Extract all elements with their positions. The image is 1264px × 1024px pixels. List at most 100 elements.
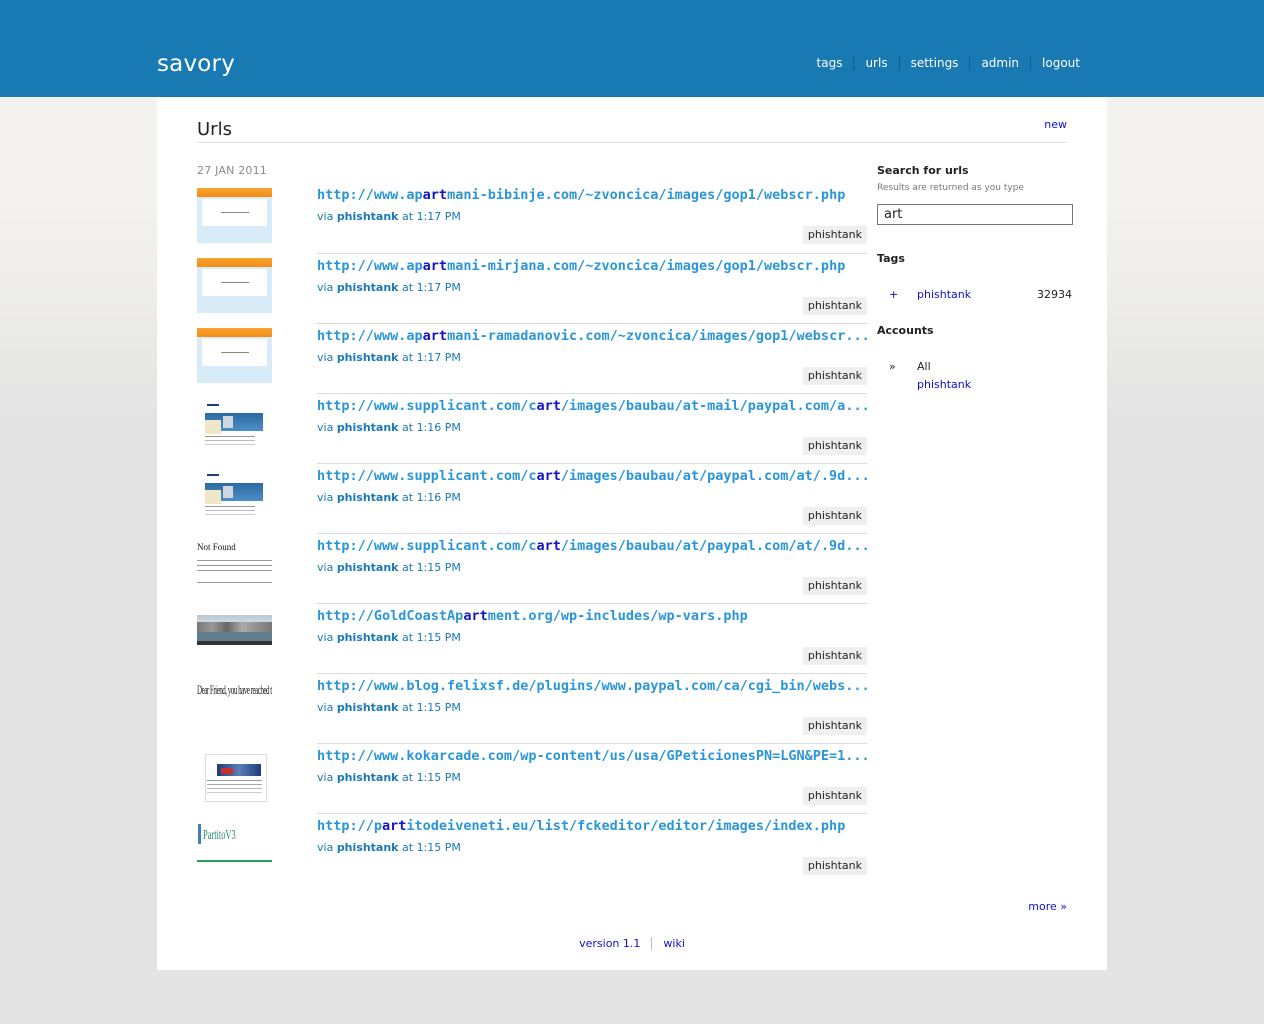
source-link[interactable]: phishtank	[337, 421, 399, 434]
url-text: /images/baubau/at-mail/paypal.com/a...	[560, 398, 867, 414]
url-entry: http://www.apartmani-ramadanovic.com/~zv…	[317, 323, 867, 394]
tag-chip[interactable]: phishtank	[802, 437, 867, 455]
nav-logout[interactable]: logout	[1030, 56, 1080, 70]
tag-chip[interactable]: phishtank	[802, 647, 867, 665]
timestamp: 1:17 PM	[416, 351, 461, 364]
url-text: http://www.supplicant.com/c	[317, 538, 537, 554]
source-link[interactable]: phishtank	[337, 281, 399, 294]
time-prefix: at	[402, 631, 414, 644]
tag-chip[interactable]: phishtank	[802, 787, 867, 805]
url-thumbnail[interactable]	[197, 468, 272, 523]
via-label: via	[317, 561, 334, 574]
source-link[interactable]: phishtank	[337, 351, 399, 364]
thumb-header	[197, 258, 272, 267]
tag-chip[interactable]: phishtank	[802, 717, 867, 735]
sidebar: Search for urls Results are returned as …	[877, 164, 1077, 391]
url-link[interactable]: http://www.kokarcade.com/wp-content/us/u…	[317, 748, 867, 764]
url-text: itodeiveneti.eu/list/fckeditor/editor/im…	[406, 818, 846, 834]
url-row: http://www.apartmani-ramadanovic.com/~zv…	[197, 323, 867, 393]
add-tag-filter-button[interactable]: +	[889, 288, 898, 301]
url-link[interactable]: http://www.blog.felixsf.de/plugins/www.p…	[317, 678, 867, 694]
thumb-bar	[198, 824, 201, 844]
thumb-login-box	[205, 420, 221, 434]
nav-settings[interactable]: settings	[898, 56, 970, 70]
url-thumbnail[interactable]	[197, 258, 272, 313]
tag-chip[interactable]: phishtank	[802, 857, 867, 875]
url-thumbnail[interactable]: Not Found	[197, 538, 272, 593]
url-thumbnail[interactable]	[197, 188, 272, 243]
source-link[interactable]: phishtank	[337, 491, 399, 504]
thumb-photo	[223, 486, 233, 498]
url-entry: http://www.blog.felixsf.de/plugins/www.p…	[317, 673, 867, 744]
wiki-link[interactable]: wiki	[651, 937, 695, 950]
thumb-line	[221, 282, 249, 283]
version-link[interactable]: version 1.1	[568, 937, 651, 950]
via-label: via	[317, 351, 334, 364]
thumb-logo	[207, 404, 219, 406]
url-row: http://www.supplicant.com/cart/images/ba…	[197, 393, 867, 463]
url-link[interactable]: http://www.apartmani-mirjana.com/~zvonci…	[317, 258, 867, 274]
selected-marker: »	[889, 360, 896, 373]
source-link[interactable]: phishtank	[337, 701, 399, 714]
url-link[interactable]: http://www.apartmani-ramadanovic.com/~zv…	[317, 328, 867, 344]
url-entry: http://GoldCoastApartment.org/wp-include…	[317, 603, 867, 674]
url-thumbnail[interactable]	[197, 748, 272, 803]
search-highlight: art	[463, 608, 488, 624]
source-link[interactable]: phishtank	[337, 771, 399, 784]
url-row: http://www.supplicant.com/cart/images/ba…	[197, 463, 867, 533]
tag-chip[interactable]: phishtank	[802, 226, 867, 244]
url-thumbnail[interactable]	[197, 398, 272, 453]
url-row: PartitoV3 http://partitodeiveneti.eu/list…	[197, 813, 867, 883]
tag-chip[interactable]: phishtank	[802, 367, 867, 385]
url-meta: via phishtank at 1:15 PM	[317, 841, 461, 854]
url-link[interactable]: http://GoldCoastApartment.org/wp-include…	[317, 608, 867, 624]
url-link[interactable]: http://www.supplicant.com/cart/images/ba…	[317, 398, 867, 414]
nav-tags[interactable]: tags	[806, 56, 854, 70]
more-link[interactable]: more »	[1028, 900, 1067, 913]
url-row: http://www.kokarcade.com/wp-content/us/u…	[197, 743, 867, 813]
thumb-text: Dear Friend, you have reached this page …	[197, 682, 272, 697]
tag-chip[interactable]: phishtank	[802, 577, 867, 595]
via-label: via	[317, 491, 334, 504]
source-link[interactable]: phishtank	[337, 561, 399, 574]
tag-filter-link[interactable]: phishtank	[917, 288, 971, 301]
nav-urls[interactable]: urls	[853, 56, 898, 70]
timestamp: 1:15 PM	[416, 771, 461, 784]
url-thumbnail[interactable]	[197, 328, 272, 383]
account-link[interactable]: phishtank	[917, 378, 971, 391]
url-entry: http://www.apartmani-bibinje.com/~zvonci…	[317, 183, 867, 253]
url-thumbnail[interactable]	[197, 608, 272, 663]
search-input[interactable]	[877, 204, 1073, 225]
url-link[interactable]: http://www.supplicant.com/cart/images/ba…	[317, 468, 867, 484]
url-row: Not Found http://www.supplicant.com/cart/…	[197, 533, 867, 603]
source-link[interactable]: phishtank	[337, 210, 399, 223]
url-thumbnail[interactable]: PartitoV3	[197, 818, 272, 873]
source-link[interactable]: phishtank	[337, 841, 399, 854]
thumb-line	[197, 570, 272, 571]
via-label: via	[317, 841, 334, 854]
new-url-link[interactable]: new	[1044, 118, 1067, 131]
thumb-heading: Not Found	[197, 542, 236, 552]
thumb-lines	[207, 780, 262, 781]
via-label: via	[317, 631, 334, 644]
thumb-header	[197, 188, 272, 197]
timestamp: 1:15 PM	[416, 631, 461, 644]
tag-chip[interactable]: phishtank	[802, 507, 867, 525]
app-logo[interactable]: savory	[157, 51, 235, 77]
thumb-photo	[223, 416, 233, 428]
url-link[interactable]: http://www.supplicant.com/cart/images/ba…	[317, 538, 867, 554]
nav-admin[interactable]: admin	[969, 56, 1030, 70]
top-header: savory tags urls settings admin logout	[0, 0, 1264, 97]
thumb-text: PartitoV3	[203, 828, 236, 843]
source-link[interactable]: phishtank	[337, 631, 399, 644]
tag-count: 32934	[1037, 288, 1072, 301]
url-text: mani-bibinje.com/~zvoncica/images/gop1/w…	[447, 187, 846, 203]
url-link[interactable]: http://www.apartmani-bibinje.com/~zvonci…	[317, 187, 867, 203]
url-row: http://GoldCoastApartment.org/wp-include…	[197, 603, 867, 673]
url-thumbnail[interactable]: Dear Friend, you have reached this page …	[197, 678, 272, 733]
search-highlight: art	[536, 468, 561, 484]
url-text: http://www.ap	[317, 187, 423, 203]
url-link[interactable]: http://partitodeiveneti.eu/list/fckedito…	[317, 818, 867, 834]
tag-chip[interactable]: phishtank	[802, 297, 867, 315]
search-highlight: art	[536, 538, 561, 554]
